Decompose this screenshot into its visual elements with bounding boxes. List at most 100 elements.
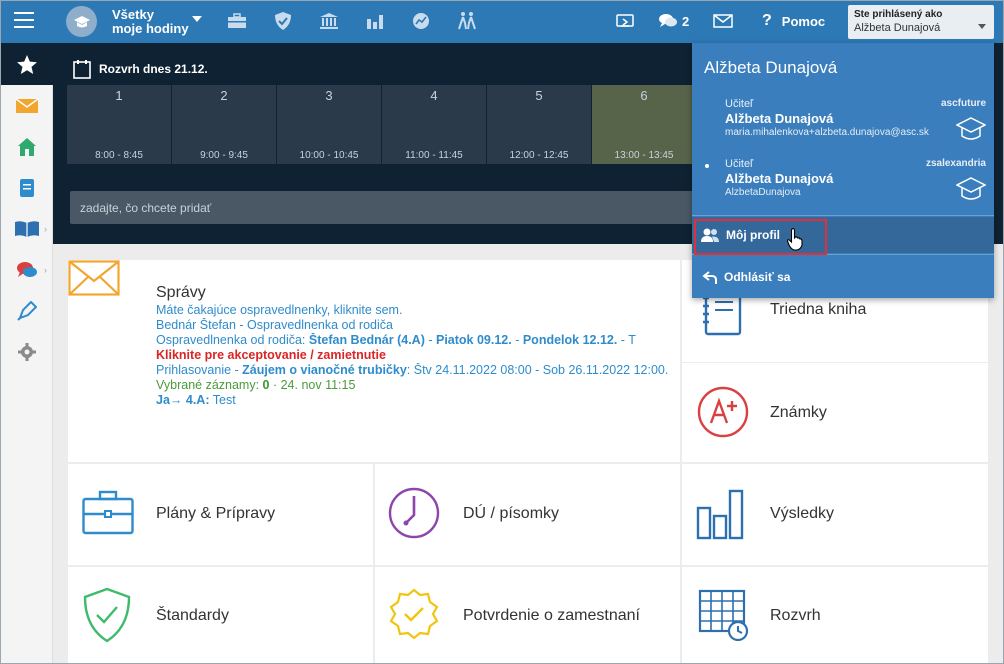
period-time: 12:00 - 12:45 bbox=[509, 150, 569, 161]
msg-part: Vybrané záznamy: bbox=[156, 378, 263, 392]
chevron-down-icon[interactable] bbox=[192, 16, 202, 22]
msg-part: Prihlasovanie - bbox=[156, 363, 243, 377]
divider bbox=[692, 254, 994, 255]
star-icon[interactable] bbox=[0, 43, 53, 85]
period-time: 10:00 - 10:45 bbox=[299, 150, 359, 161]
sidebar-gear-icon[interactable] bbox=[0, 331, 53, 372]
period-cell[interactable]: 2 9:00 - 9:45 bbox=[172, 85, 276, 164]
top-bar: Všetky moje hodiny 2 ? Pomoc Ste prihlás… bbox=[0, 0, 1004, 43]
message-item[interactable]: Vybrané záznamy: 0 · 24. nov 11:15 bbox=[156, 378, 676, 393]
class-selector[interactable]: Všetky moje hodiny bbox=[112, 8, 189, 36]
msg-part: : Štv 24.11.2022 08:00 - Sob 26.11.2022 … bbox=[406, 363, 669, 377]
tile-plany[interactable]: Plány & Prípravy bbox=[68, 464, 373, 565]
sidebar-chat-icon[interactable]: › bbox=[0, 249, 53, 290]
account-item-active[interactable]: Učiteľ Alžbeta Dunajová AlzbetaDunajova … bbox=[692, 158, 994, 218]
users-icon bbox=[701, 228, 719, 242]
my-profile-item[interactable]: Môj profil bbox=[692, 217, 994, 253]
period-cell[interactable]: 5 12:00 - 12:45 bbox=[487, 85, 591, 164]
sidebar-book-icon[interactable]: › bbox=[0, 208, 53, 249]
period-number: 2 bbox=[220, 88, 228, 103]
tile-label: Triedna kniha bbox=[770, 301, 867, 318]
clock-icon bbox=[388, 487, 440, 539]
dropdown-heading: Alžbeta Dunajová bbox=[704, 58, 838, 77]
envelope-icon bbox=[68, 260, 120, 296]
envelope-icon[interactable] bbox=[712, 10, 734, 32]
period-cell[interactable]: 3 10:00 - 10:45 bbox=[277, 85, 381, 164]
messages-count: 2 bbox=[682, 13, 690, 29]
account-role: Učiteľ bbox=[725, 158, 754, 170]
period-number: 1 bbox=[115, 88, 123, 103]
chart-circle-icon[interactable] bbox=[410, 10, 432, 32]
periods-row: 1 8:00 - 8:45 2 9:00 - 9:45 3 10:00 - 10:45… bbox=[67, 85, 696, 164]
tile-label: Potvrdenie o zamestnaní bbox=[463, 607, 640, 624]
account-role: Učiteľ bbox=[725, 98, 754, 110]
message-item[interactable]: Ospravedlnenka od rodiča: Štefan Bednár … bbox=[156, 333, 676, 348]
tile-label: Rozvrh bbox=[770, 607, 821, 624]
graduation-cap-icon bbox=[956, 177, 986, 200]
period-cell[interactable]: 1 8:00 - 8:45 bbox=[67, 85, 171, 164]
left-sidebar: › › bbox=[0, 43, 53, 664]
tile-label: Plány & Prípravy bbox=[156, 505, 276, 522]
tile-du[interactable]: DÚ / písomky bbox=[375, 464, 680, 565]
briefcase-icon bbox=[82, 490, 134, 535]
pending-excuses-link[interactable]: Máte čakajúce ospravedlnenky, kliknite s… bbox=[156, 303, 676, 318]
bank-icon[interactable] bbox=[318, 10, 340, 32]
msg-part: - bbox=[424, 333, 436, 347]
bar-chart-icon bbox=[696, 489, 744, 540]
message-item[interactable]: Bednár Štefan - Ospravedlnenka od rodiča bbox=[156, 318, 676, 333]
account-name: Alžbeta Dunajová bbox=[725, 171, 834, 186]
account-item[interactable]: Učiteľ Alžbeta Dunajová maria.mihalenkov… bbox=[692, 98, 994, 158]
tile-vysledky[interactable]: Výsledky bbox=[682, 464, 988, 565]
sidebar-home-icon[interactable] bbox=[0, 126, 53, 167]
message-item[interactable]: Prihlasovanie - Záujem o vianočné trubič… bbox=[156, 363, 676, 378]
messages-title: Správy bbox=[156, 284, 206, 301]
tile-standardy[interactable]: Štandardy bbox=[68, 567, 373, 664]
hamburger-icon[interactable] bbox=[14, 12, 34, 28]
brand-line-2: moje hodiny bbox=[112, 21, 189, 36]
sidebar-notebook-icon[interactable] bbox=[0, 167, 53, 208]
tile-label: Výsledky bbox=[770, 505, 835, 522]
graduation-cap-icon bbox=[956, 117, 986, 140]
user-dropdown: Alžbeta Dunajová Učiteľ Alžbeta Dunajová… bbox=[692, 43, 994, 298]
logout-item[interactable]: Odhlásiť sa bbox=[692, 259, 994, 295]
briefcase-icon[interactable] bbox=[226, 10, 248, 32]
account-email: maria.mihalenkova+alzbeta.dunajova@asc.s… bbox=[725, 127, 929, 138]
period-number: 4 bbox=[430, 88, 438, 103]
shield-icon[interactable] bbox=[272, 10, 294, 32]
period-number: 6 bbox=[640, 88, 648, 103]
msg-part: Piatok 09.12. bbox=[435, 333, 512, 347]
quick-add-input[interactable] bbox=[70, 191, 770, 224]
bar-chart-icon[interactable] bbox=[364, 10, 386, 32]
messages-button[interactable]: 2 bbox=[658, 12, 689, 30]
period-time: 8:00 - 8:45 bbox=[95, 150, 143, 161]
account-email: AlzbetaDunajova bbox=[725, 187, 801, 198]
tile-znamky[interactable]: Známky bbox=[682, 363, 988, 462]
tile-label: Štandardy bbox=[156, 607, 229, 624]
logout-label: Odhlásiť sa bbox=[724, 270, 791, 284]
msg-part: Ja→ 4.A: bbox=[156, 393, 210, 407]
messages-tile[interactable]: Správy Máte čakajúce ospravedlnenky, kli… bbox=[68, 260, 680, 462]
msg-part: - bbox=[511, 333, 523, 347]
msg-part: Záujem o vianočné trubičky bbox=[242, 363, 407, 377]
badge-check-icon bbox=[389, 588, 439, 640]
question-icon: ? bbox=[762, 12, 772, 29]
walking-icon[interactable] bbox=[456, 10, 478, 32]
period-time: 11:00 - 11:45 bbox=[405, 150, 463, 161]
sidebar-mail-icon[interactable] bbox=[0, 85, 53, 126]
hand-cursor-icon bbox=[786, 228, 803, 251]
accept-reject-link[interactable]: Kliknite pre akceptovanie / zamietnutie bbox=[156, 348, 676, 363]
period-cell-current[interactable]: 6 13:00 - 13:45 bbox=[592, 85, 696, 164]
sidebar-pen-icon[interactable] bbox=[0, 290, 53, 331]
my-profile-label: Môj profil bbox=[726, 228, 780, 242]
help-button[interactable]: ? Pomoc bbox=[762, 12, 825, 30]
graduation-cap-icon[interactable] bbox=[66, 6, 97, 37]
period-cell[interactable]: 4 11:00 - 11:45 bbox=[382, 85, 486, 164]
tile-rozvrh[interactable]: Rozvrh bbox=[682, 567, 988, 664]
tile-potvrdenie[interactable]: Potvrdenie o zamestnaní bbox=[375, 567, 680, 664]
user-account-menu[interactable]: Ste prihlásený ako Alžbeta Dunajová bbox=[848, 5, 994, 39]
schedule-title: Rozvrh dnes 21.12. bbox=[73, 59, 208, 79]
cast-icon[interactable] bbox=[614, 10, 636, 32]
tile-label: Známky bbox=[770, 404, 827, 421]
message-item[interactable]: Ja→ 4.A: Test bbox=[156, 393, 676, 408]
schedule-title-text: Rozvrh dnes 21.12. bbox=[99, 62, 208, 76]
